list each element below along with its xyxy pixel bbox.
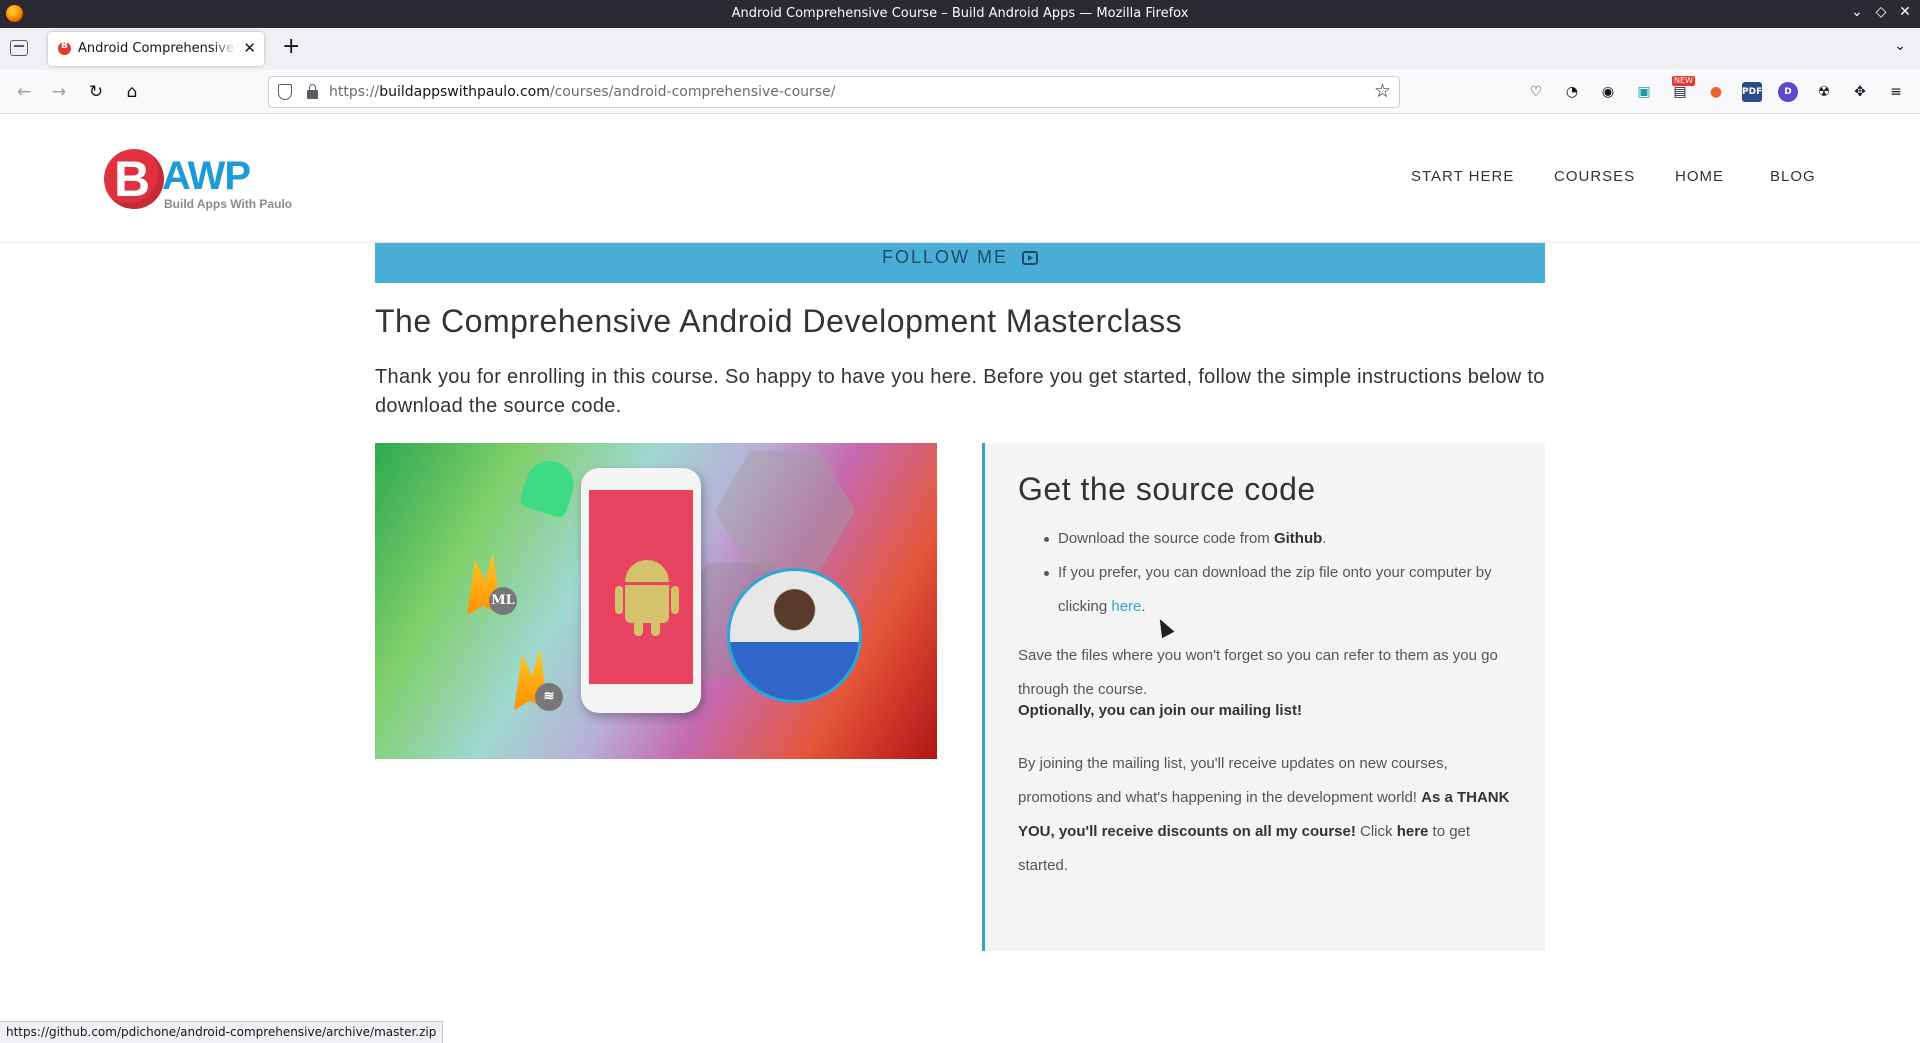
- bullet-suffix: .: [1322, 530, 1327, 547]
- menu-icon[interactable]: ≡: [1886, 82, 1906, 102]
- mailing-list-strong: you can join our mailing list: [1098, 702, 1297, 719]
- lock-icon[interactable]: [307, 84, 318, 99]
- url-scheme: https://: [329, 84, 380, 100]
- url-bar[interactable]: https://buildappswithpaulo.com/courses/a…: [268, 76, 1400, 108]
- tab-active[interactable]: Android Comprehensive Course – Build And…: [48, 32, 264, 66]
- instructor-avatar: [727, 568, 862, 703]
- close-window-icon[interactable]: ✕: [1896, 4, 1914, 20]
- ml-kit-icon: ML: [489, 587, 517, 615]
- new-tab-icon[interactable]: +: [282, 36, 300, 58]
- logo-tagline: Build Apps With Paulo: [164, 197, 293, 211]
- url-host: buildappswithpaulo.com: [379, 84, 550, 100]
- url-text[interactable]: https://buildappswithpaulo.com/courses/a…: [329, 84, 835, 100]
- bullet-suffix: .: [1141, 598, 1146, 615]
- source-heading: Get the source code: [1018, 471, 1316, 507]
- page-title: The Comprehensive Android Development Ma…: [375, 303, 1183, 339]
- extensions-icon[interactable]: ✥: [1850, 82, 1870, 102]
- optional-suffix: !: [1296, 702, 1302, 719]
- forward-arrow-icon[interactable]: →: [47, 80, 71, 104]
- close-tab-icon[interactable]: ✕: [243, 39, 256, 57]
- phone-screen: [589, 490, 693, 684]
- phone-illustration: [581, 468, 701, 713]
- course-banner-image: ML ≋: [375, 443, 937, 759]
- logo-letter: B: [114, 151, 151, 207]
- nav-blog[interactable]: BLOG: [1770, 168, 1816, 185]
- minimize-icon[interactable]: ⌄: [1848, 4, 1866, 20]
- list-item: Download the source code from Github.: [1044, 522, 1518, 556]
- home-icon[interactable]: ⌂: [120, 80, 144, 104]
- pdf-icon[interactable]: PDF: [1742, 82, 1762, 102]
- nav-home[interactable]: HOME: [1675, 168, 1724, 185]
- follow-me-label: FOLLOW ME: [881, 247, 1008, 267]
- mailing-list-link[interactable]: here: [1397, 823, 1429, 840]
- tracking-shield-icon[interactable]: [278, 84, 292, 100]
- follow-me-bar[interactable]: FOLLOW ME: [375, 243, 1545, 283]
- d-extension-icon[interactable]: D: [1778, 82, 1798, 102]
- account-icon[interactable]: ◉: [1598, 82, 1618, 102]
- maximize-icon[interactable]: ◇: [1872, 4, 1890, 20]
- optional-text: Optionally, you can join our mailing lis…: [1018, 694, 1518, 728]
- nav-courses[interactable]: COURSES: [1554, 168, 1635, 185]
- realtime-db-icon: ≋: [535, 683, 563, 711]
- navigation-toolbar: ← → ↻ ⌂ https://buildappswithpaulo.com/c…: [0, 70, 1920, 114]
- site-favicon-icon: [58, 41, 71, 55]
- android-robot-icon: [615, 560, 679, 636]
- timer-icon[interactable]: ◔: [1562, 82, 1582, 102]
- window-titlebar: Android Comprehensive Course – Build And…: [0, 0, 1920, 28]
- mailing-prefix: By joining the mailing list, you'll rece…: [1018, 755, 1448, 806]
- zip-download-link[interactable]: here: [1111, 598, 1141, 615]
- url-path: /courses/android-comprehensive-course/: [549, 84, 836, 100]
- mailing-mid: Click: [1355, 823, 1397, 840]
- back-arrow-icon[interactable]: ←: [12, 80, 36, 104]
- reload-icon[interactable]: ↻: [84, 80, 108, 104]
- save-icon[interactable]: ▣: [1634, 82, 1654, 102]
- tab-label: Android Comprehensive Course – Build And…: [78, 41, 236, 56]
- hexagon-shape: [715, 451, 855, 571]
- logo-text: AWP: [162, 154, 251, 198]
- list-item: If you prefer, you can download the zip …: [1044, 556, 1518, 624]
- bullet-text: Download the source code from: [1058, 530, 1274, 547]
- new-extension-icon[interactable]: ▤ NEW: [1670, 76, 1695, 102]
- nav-start-here[interactable]: START HERE: [1411, 168, 1514, 185]
- site-logo[interactable]: B AWP Build Apps With Paulo: [104, 149, 304, 219]
- source-code-panel: Get the source code Download the source …: [982, 443, 1545, 951]
- duckduckgo-icon[interactable]: ●: [1706, 82, 1726, 102]
- mailing-list-text: By joining the mailing list, you'll rece…: [1018, 747, 1518, 883]
- rocket-android-icon: [518, 454, 580, 520]
- site-header: B AWP Build Apps With Paulo START HERE C…: [0, 115, 1920, 243]
- new-badge: NEW: [1672, 76, 1695, 86]
- intro-text: Thank you for enrolling in this course. …: [375, 366, 1545, 417]
- optional-label: Optionally,: [1018, 702, 1095, 719]
- youtube-icon: [1022, 250, 1038, 265]
- chevron-down-icon[interactable]: ⌄: [1894, 38, 1906, 54]
- window-title: Android Comprehensive Course – Build And…: [731, 6, 1189, 21]
- radiation-icon[interactable]: ☢: [1814, 82, 1834, 102]
- tab-strip: Android Comprehensive Course – Build And…: [0, 28, 1920, 70]
- github-link[interactable]: Github: [1274, 530, 1322, 547]
- web-page: B AWP Build Apps With Paulo START HERE C…: [0, 115, 1920, 1043]
- status-bar-url: https://github.com/pdichone/android-comp…: [0, 1021, 444, 1043]
- bookmark-star-icon[interactable]: ☆: [1374, 80, 1391, 102]
- firefox-view-icon[interactable]: [10, 40, 28, 56]
- pocket-icon[interactable]: ♡: [1526, 82, 1546, 102]
